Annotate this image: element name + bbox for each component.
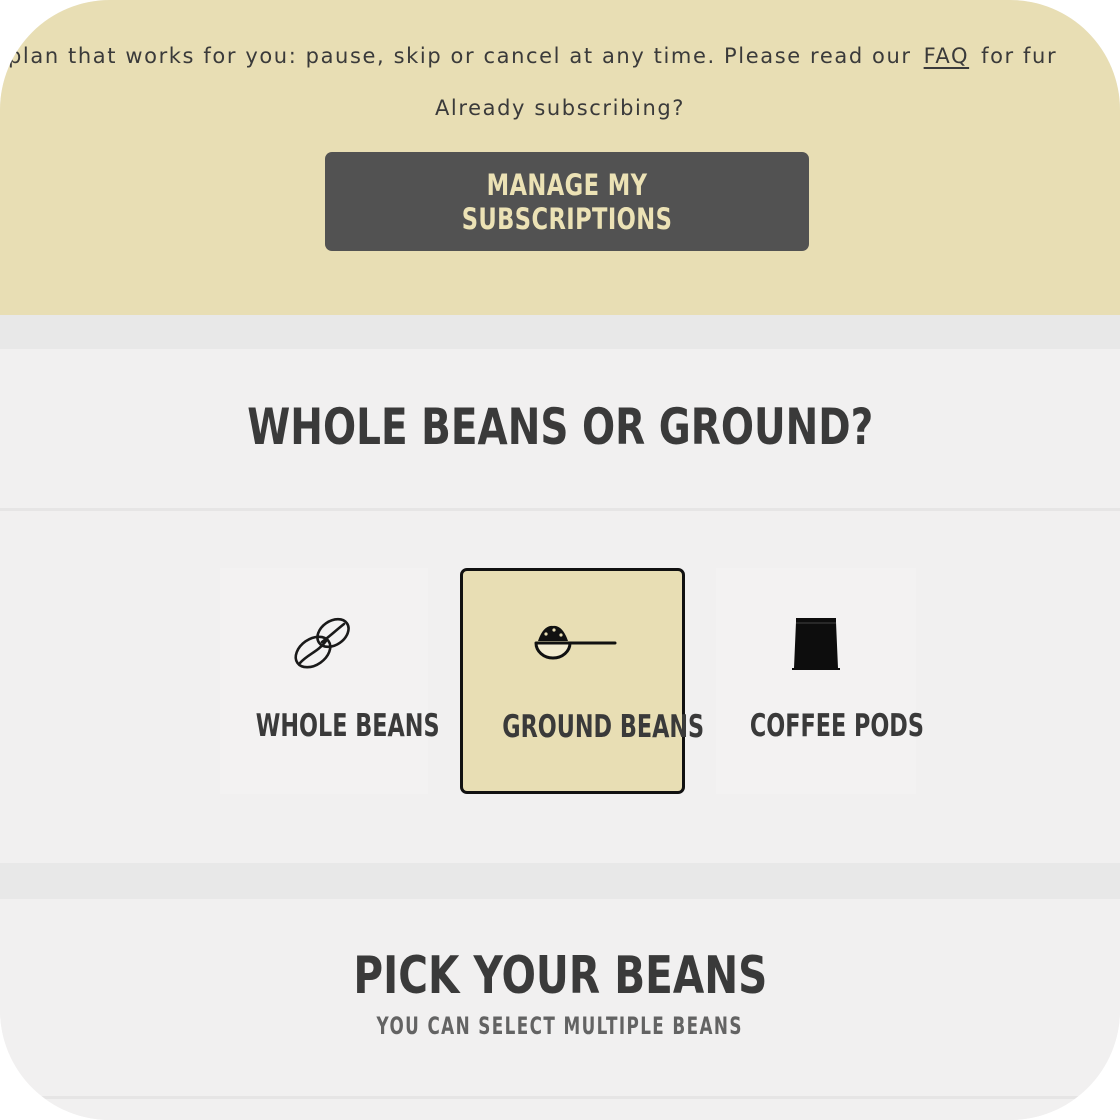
subscription-intro-text: plan that works for you: pause, skip or … xyxy=(8,44,1057,68)
option-whole-beans-label: WHOLE BEANS xyxy=(255,708,440,744)
intro-text-before-link: plan that works for you: pause, skip or … xyxy=(8,44,912,68)
coffee-pod-icon xyxy=(716,606,916,678)
option-ground-beans-label: GROUND BEANS xyxy=(502,709,705,745)
beans-section-subheading: YOU CAN SELECT MULTIPLE BEANS xyxy=(376,1012,744,1040)
section-gap xyxy=(0,315,1120,349)
grind-section-heading: WHOLE BEANS OR GROUND? xyxy=(246,398,873,456)
section-divider xyxy=(0,508,1120,511)
manage-subscriptions-label: MANAGE MY SUBSCRIPTIONS xyxy=(461,167,673,236)
page-frame: plan that works for you: pause, skip or … xyxy=(0,0,1120,1120)
coffee-beans-icon xyxy=(220,606,428,678)
option-whole-beans[interactable]: WHOLE BEANS xyxy=(220,568,440,794)
faq-link[interactable]: FAQ xyxy=(924,44,969,68)
section-divider xyxy=(0,1096,1120,1099)
section-gap xyxy=(0,863,1120,899)
already-subscribing-text: Already subscribing? xyxy=(434,96,686,120)
subscription-banner: plan that works for you: pause, skip or … xyxy=(0,0,1120,315)
intro-text-after-link: for fur xyxy=(981,44,1058,68)
beans-section xyxy=(0,899,1120,1120)
option-coffee-pods-label: COFFEE PODS xyxy=(749,708,924,744)
manage-subscriptions-button[interactable]: MANAGE MY SUBSCRIPTIONS xyxy=(325,152,809,251)
coffee-scoop-icon xyxy=(463,609,682,681)
option-coffee-pods[interactable]: COFFEE PODS xyxy=(716,568,924,794)
beans-section-heading: PICK YOUR BEANS xyxy=(352,946,767,1006)
option-ground-beans[interactable]: GROUND BEANS xyxy=(460,568,705,794)
